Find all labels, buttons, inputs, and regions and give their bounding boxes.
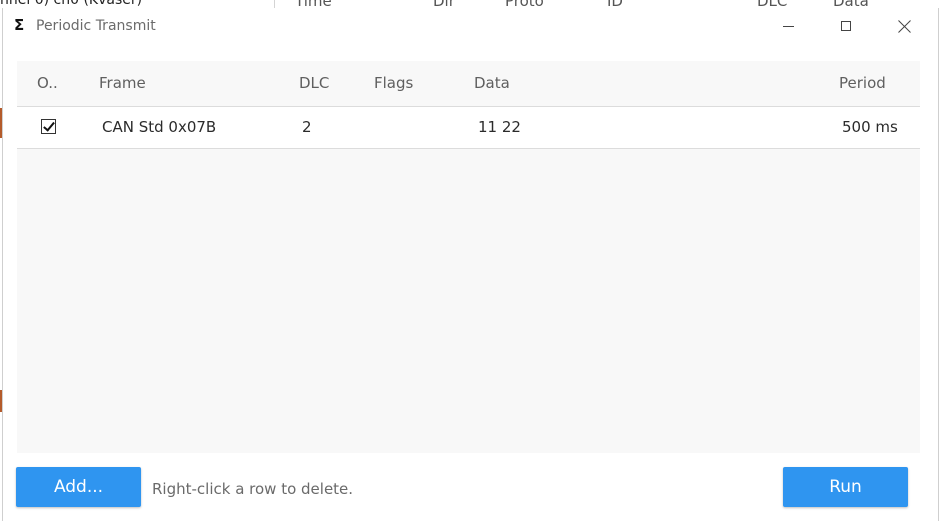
minimize-icon <box>782 25 794 27</box>
column-header-data[interactable]: Data <box>474 74 510 92</box>
maximize-button[interactable] <box>817 8 875 44</box>
maximize-icon <box>841 21 851 31</box>
periodic-frames-table[interactable]: O.. Frame DLC Flags Data Period CAN Std … <box>17 61 920 453</box>
add-button[interactable]: Add... <box>16 467 141 507</box>
run-button[interactable]: Run <box>783 467 908 507</box>
close-button[interactable] <box>875 8 933 44</box>
column-header-period[interactable]: Period <box>839 74 886 92</box>
table-row[interactable]: CAN Std 0x07B 2 11 22 500 ms <box>17 107 920 149</box>
column-header-flags[interactable]: Flags <box>374 74 413 92</box>
column-header-dlc[interactable]: DLC <box>299 74 329 92</box>
row-dlc-cell: 2 <box>302 118 312 136</box>
table-header: O.. Frame DLC Flags Data Period <box>17 61 920 107</box>
row-frame-cell: CAN Std 0x07B <box>102 118 217 136</box>
periodic-transmit-dialog: Σ Periodic Transmit O.. Frame DLC Flags … <box>2 8 939 521</box>
sigma-icon: Σ <box>14 16 25 34</box>
title-bar[interactable]: Σ Periodic Transmit <box>3 8 938 46</box>
background-channel-text: nnel 0) ch0 (Kvaser) <box>0 0 143 8</box>
column-header-frame[interactable]: Frame <box>99 74 146 92</box>
dialog-title: Periodic Transmit <box>36 18 156 34</box>
close-icon <box>898 20 911 33</box>
row-enabled-checkbox[interactable] <box>41 119 56 134</box>
minimize-button[interactable] <box>759 8 817 44</box>
delete-hint-text: Right-click a row to delete. <box>152 480 354 498</box>
row-data-cell: 11 22 <box>478 118 521 136</box>
column-header-on[interactable]: O.. <box>37 74 58 92</box>
row-period-cell: 500 ms <box>842 118 898 136</box>
